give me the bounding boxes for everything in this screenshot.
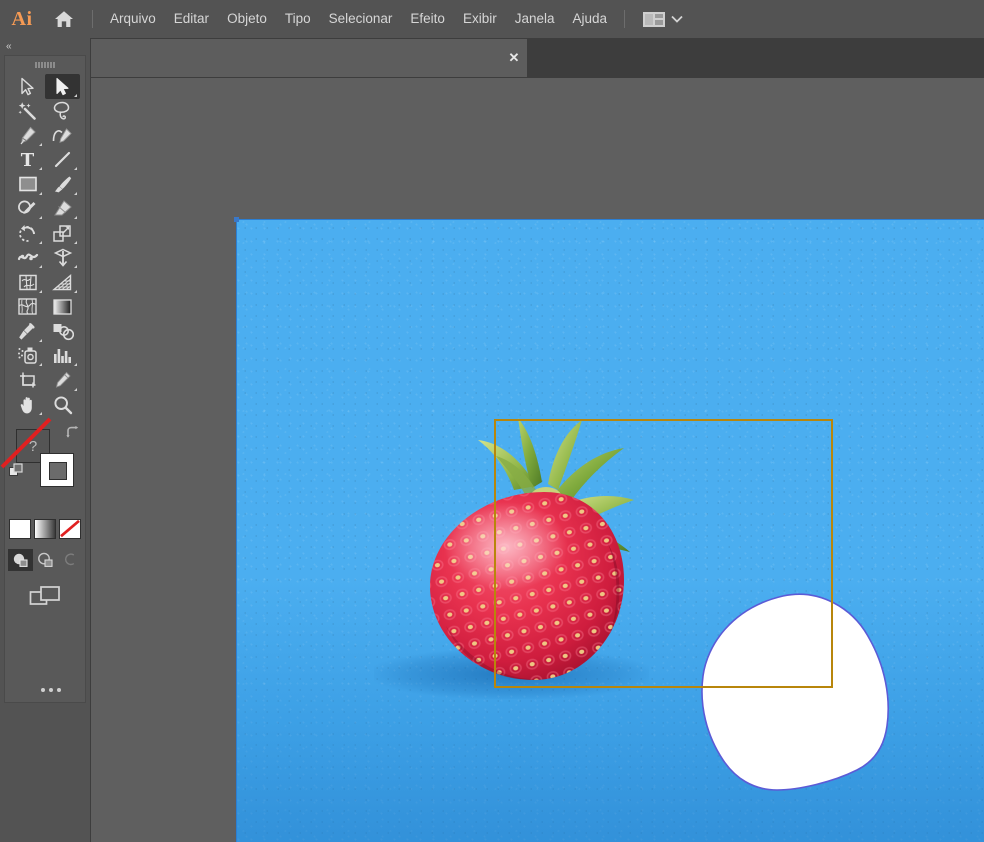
tools-panel-body: T ? [0, 55, 86, 703]
gradient-tool[interactable] [45, 295, 80, 320]
draw-behind-button[interactable] [33, 549, 58, 571]
color-mode-button[interactable] [9, 519, 31, 539]
eyedropper-tool[interactable] [10, 319, 45, 344]
tool-flyout-indicator [39, 240, 42, 244]
menu-item-efeito[interactable]: Efeito [401, 7, 454, 31]
tool-flyout-indicator [74, 363, 77, 366]
close-icon[interactable]: ✕ [501, 39, 527, 77]
direct-selection-tool[interactable] [10, 74, 45, 99]
app-logo: Ai [11, 7, 33, 30]
mesh-tool[interactable] [10, 295, 45, 320]
width-tool[interactable] [10, 246, 45, 271]
document-tab[interactable]: ✕ [91, 39, 528, 77]
magic-wand-tool[interactable] [10, 99, 45, 124]
strawberry-highlight [444, 502, 568, 590]
slice-tool[interactable] [45, 368, 80, 393]
tool-flyout-indicator [74, 216, 77, 219]
scale-tool[interactable] [45, 221, 80, 246]
drawing-modes-row [5, 549, 85, 571]
menu-item-janela[interactable]: Janela [506, 7, 564, 31]
tool-flyout-indicator [74, 93, 77, 97]
tool-flyout-indicator [39, 289, 42, 293]
tools-panel: « T ? [0, 38, 91, 842]
selection-tool[interactable] [45, 74, 80, 99]
color-controls: ? [0, 417, 85, 517]
workspace-switcher[interactable] [639, 9, 687, 30]
document-tab-bar: ✕ [91, 38, 984, 78]
strawberry-photo[interactable] [386, 394, 706, 714]
chevron-down-icon [671, 15, 683, 23]
eraser-tool[interactable] [45, 197, 80, 222]
menu-item-selecionar[interactable]: Selecionar [320, 7, 402, 31]
drag-grip[interactable] [5, 56, 85, 74]
shape-builder-tool[interactable] [10, 270, 45, 295]
change-screen-mode-button[interactable] [5, 584, 85, 610]
tool-grid: T [5, 74, 85, 417]
free-transform-tool[interactable] [45, 246, 80, 271]
tool-flyout-indicator [39, 363, 42, 366]
menu-separator [92, 10, 93, 28]
double-chevron-left-icon[interactable]: « [6, 41, 11, 52]
tool-flyout-indicator [39, 412, 42, 415]
default-fill-stroke-icon[interactable] [9, 463, 25, 479]
tools-panel-header: « [0, 38, 90, 55]
type-tool[interactable]: T [10, 148, 45, 173]
hand-tool[interactable] [10, 393, 45, 418]
tool-flyout-indicator [39, 167, 42, 170]
curvature-tool[interactable] [45, 123, 80, 148]
menu-bar: Ai Arquivo Editar Objeto Tipo Selecionar… [0, 0, 984, 38]
tool-flyout-indicator [39, 216, 42, 219]
zoom-tool[interactable] [45, 393, 80, 418]
artboard-tool[interactable] [10, 368, 45, 393]
stroke-color-swatch[interactable] [40, 453, 74, 487]
menu-item-tipo[interactable]: Tipo [276, 7, 320, 31]
symbol-sprayer-tool[interactable] [10, 344, 45, 369]
lasso-tool[interactable] [45, 99, 80, 124]
paintbrush-tool[interactable] [45, 172, 80, 197]
rotate-tool[interactable] [10, 221, 45, 246]
tool-flyout-indicator [39, 191, 42, 195]
line-segment-tool[interactable] [45, 148, 80, 173]
column-graph-tool[interactable] [45, 344, 80, 369]
pen-tool[interactable] [10, 123, 45, 148]
edit-toolbar-button[interactable] [5, 688, 96, 692]
none-mode-button[interactable] [59, 519, 81, 539]
swap-fill-stroke-icon[interactable] [65, 425, 81, 441]
color-mode-row [5, 519, 85, 539]
draw-normal-button[interactable] [7, 549, 33, 571]
shaper-tool[interactable] [10, 197, 45, 222]
artboard[interactable] [236, 219, 984, 842]
tool-flyout-indicator [74, 289, 77, 293]
stroke-inner-square [49, 462, 67, 480]
menu-item-exibir[interactable]: Exibir [454, 7, 506, 31]
tool-flyout-indicator [39, 265, 42, 268]
white-blob-path[interactable] [691, 590, 916, 795]
workspace-grid-icon [643, 11, 666, 27]
tool-flyout-indicator [39, 338, 42, 342]
menu-separator-2 [624, 10, 626, 28]
blend-tool[interactable] [45, 319, 80, 344]
menu-item-objeto[interactable]: Objeto [218, 7, 276, 31]
artboard-anchor-point [234, 217, 239, 222]
tool-flyout-indicator [39, 142, 42, 146]
draw-inside-button[interactable] [58, 549, 83, 571]
rectangle-tool[interactable] [10, 172, 45, 197]
tool-flyout-indicator [74, 265, 77, 268]
gradient-mode-button[interactable] [34, 519, 56, 539]
svg-text:T: T [21, 150, 35, 169]
menu-item-ajuda[interactable]: Ajuda [564, 7, 617, 31]
menu-item-arquivo[interactable]: Arquivo [101, 7, 165, 31]
home-icon[interactable] [44, 0, 84, 38]
illustrator-window: Ai Arquivo Editar Objeto Tipo Selecionar… [0, 0, 984, 842]
tool-flyout-indicator [74, 167, 77, 170]
canvas-area[interactable] [91, 78, 984, 842]
menu-item-editar[interactable]: Editar [165, 7, 218, 31]
perspective-grid-tool[interactable] [45, 270, 80, 295]
tool-flyout-indicator [74, 240, 77, 244]
tool-flyout-indicator [74, 191, 77, 195]
tool-flyout-indicator [74, 387, 77, 391]
